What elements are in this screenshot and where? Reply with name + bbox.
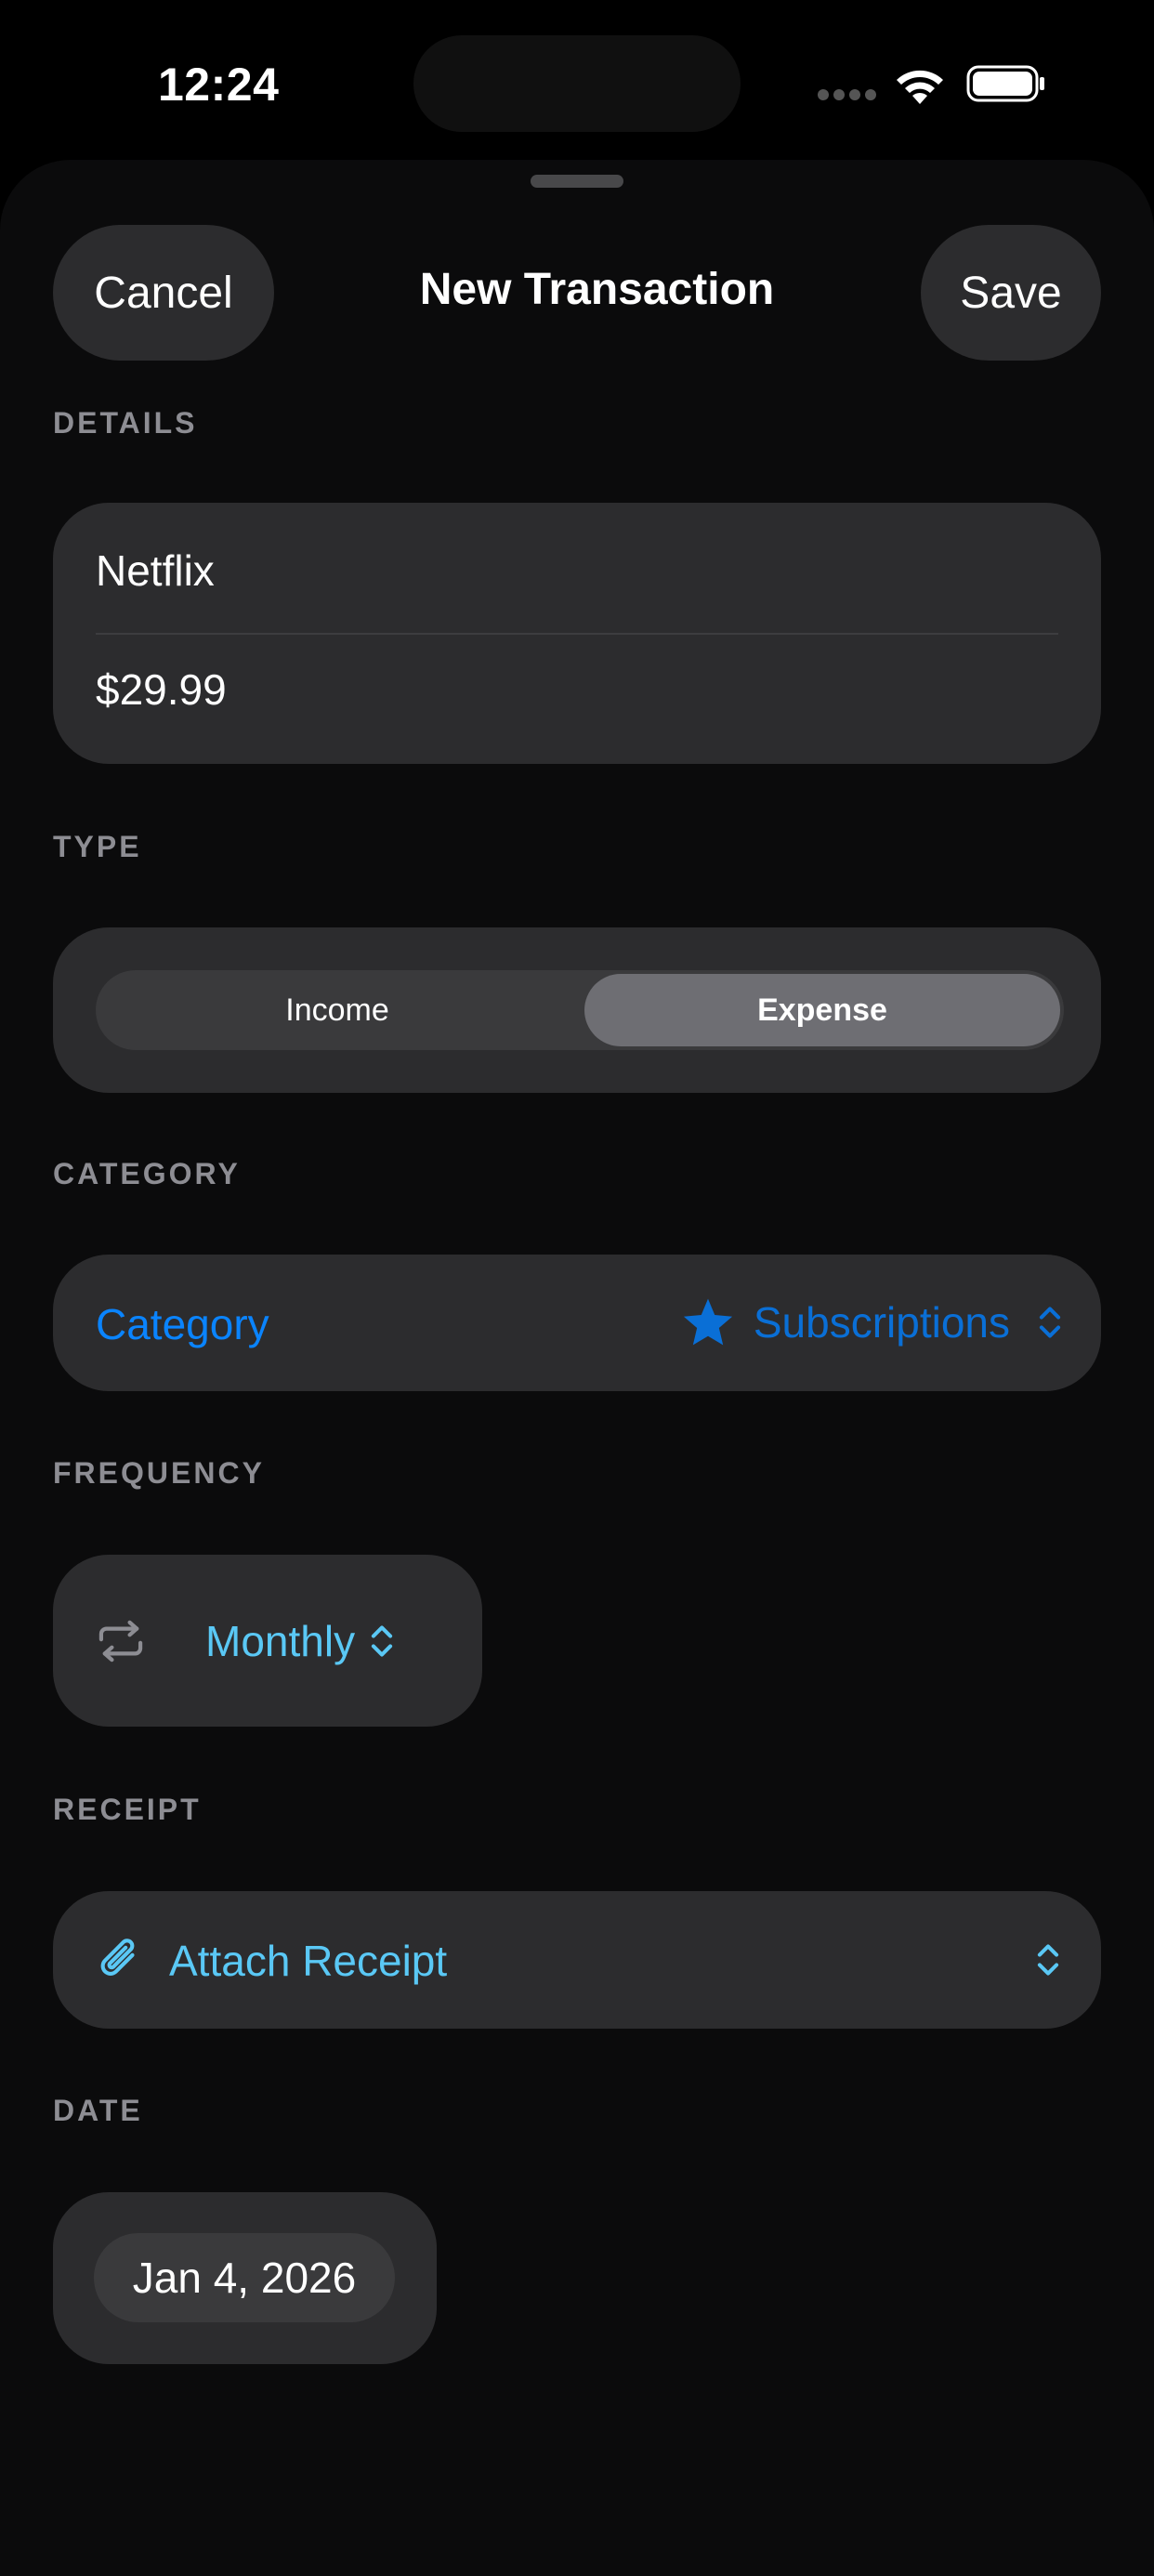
category-picker[interactable]: Category Subscriptions: [53, 1255, 1101, 1391]
segment-expense[interactable]: Expense: [584, 974, 1060, 1046]
segment-income[interactable]: Income: [99, 974, 575, 1046]
frequency-value-group: Monthly: [205, 1610, 396, 1672]
amount-field[interactable]: $29.99: [96, 664, 227, 715]
wifi-icon: [897, 70, 943, 104]
cellular-signal-icon: [818, 89, 877, 100]
attach-receipt-label: Attach Receipt: [169, 1937, 448, 1985]
attach-receipt-button[interactable]: Attach Receipt: [53, 1891, 1101, 2029]
date-picker-button[interactable]: Jan 4, 2026: [94, 2233, 395, 2322]
page-title: New Transaction: [419, 265, 775, 314]
chevron-up-down-icon: [1039, 1307, 1061, 1338]
cancel-button[interactable]: Cancel: [53, 225, 274, 361]
battery-icon: [966, 65, 1044, 102]
name-field[interactable]: Netflix: [96, 545, 215, 596]
field-divider: [96, 633, 1058, 635]
save-button[interactable]: Save: [921, 225, 1101, 361]
sheet-grabber[interactable]: [531, 175, 623, 188]
status-time: 12:24: [158, 59, 280, 111]
type-section-header: TYPE: [53, 830, 142, 863]
category-section-header: CATEGORY: [53, 1157, 241, 1190]
chevron-up-down-icon: [1037, 1944, 1059, 1976]
paperclip-icon: [100, 1939, 135, 1976]
date-section-header: DATE: [53, 2094, 143, 2127]
frequency-value: Monthly: [205, 1617, 356, 1665]
category-value: Subscriptions: [753, 1298, 1010, 1347]
receipt-section-header: RECEIPT: [53, 1793, 202, 1826]
repeat-icon: [98, 1620, 143, 1663]
category-value-group: Subscriptions: [681, 1292, 1064, 1353]
chevron-up-down-icon: [371, 1625, 393, 1657]
type-card: Income Expense: [53, 927, 1101, 1093]
dynamic-island: [413, 35, 741, 132]
type-segmented-control: Income Expense: [96, 970, 1064, 1050]
star-icon: [683, 1298, 732, 1346]
date-card: Jan 4, 2026: [53, 2192, 437, 2364]
frequency-section-header: FREQUENCY: [53, 1456, 265, 1490]
category-label: Category: [96, 1300, 269, 1348]
details-section-header: DETAILS: [53, 406, 198, 440]
frequency-picker[interactable]: Monthly: [53, 1555, 482, 1727]
details-card: Netflix $29.99: [53, 503, 1101, 764]
